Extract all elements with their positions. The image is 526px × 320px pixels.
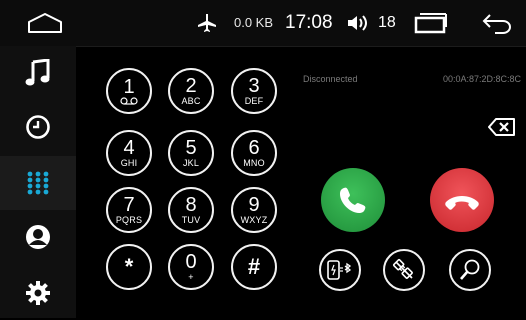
dialpad-dot — [43, 171, 49, 177]
sidebar-item-contacts[interactable] — [0, 210, 76, 264]
contacts-icon — [26, 225, 50, 249]
key-1[interactable]: 1 — [106, 68, 152, 114]
dialpad-dot — [43, 189, 49, 195]
dialpad-dot — [27, 177, 33, 183]
key-2[interactable]: 2 ABC — [168, 68, 214, 114]
end-call-button[interactable] — [430, 168, 494, 232]
status-bar: 0.0 KB 17:08 18 — [0, 0, 526, 47]
key-hash[interactable]: # — [231, 244, 277, 290]
music-icon — [25, 59, 50, 86]
dialpad-dot — [27, 171, 33, 177]
dialpad-dot — [35, 189, 41, 195]
transfer-audio-button[interactable] — [319, 249, 361, 291]
dialpad-dot — [35, 177, 41, 183]
device-address: 00:0A:87:2D:8C:8C — [443, 74, 522, 84]
airplane-icon — [198, 14, 216, 32]
clock-icon — [26, 115, 50, 139]
key-6[interactable]: 6 MNO — [231, 130, 277, 176]
back-icon[interactable] — [481, 12, 513, 34]
dialpad-dot — [35, 171, 41, 177]
key-7[interactable]: 7 PQRS — [106, 187, 152, 233]
sidebar — [0, 46, 76, 318]
dialpad-dot — [43, 177, 49, 183]
disconnect-device-button[interactable] — [383, 249, 425, 291]
dialer-panel: Disconnected 00:0A:87:2D:8C:8C 1 2 ABC 3… — [76, 47, 526, 318]
clock-time: 17:08 — [285, 12, 333, 33]
dialpad-dot — [35, 183, 41, 189]
home-icon[interactable] — [26, 12, 64, 34]
sidebar-item-settings[interactable] — [0, 266, 76, 320]
dialpad-dot — [43, 183, 49, 189]
hang-up-icon — [445, 196, 479, 210]
sidebar-item-music[interactable] — [0, 46, 76, 100]
call-button[interactable] — [321, 168, 385, 232]
dialpad-icon — [27, 171, 49, 195]
key-0[interactable]: 0 + — [168, 244, 214, 290]
dialpad-dot — [27, 189, 33, 195]
gear-icon — [26, 281, 50, 305]
connection-status: Disconnected — [303, 74, 358, 84]
sidebar-item-dialpad[interactable] — [0, 156, 76, 210]
backspace-icon[interactable] — [488, 117, 516, 137]
key-5[interactable]: 5 JKL — [168, 130, 214, 176]
phone-bluetooth-transfer-icon — [327, 260, 352, 280]
recent-apps-icon[interactable] — [414, 12, 448, 34]
dialpad-dot — [27, 183, 33, 189]
volume-level: 18 — [378, 14, 396, 31]
key-9[interactable]: 9 WXYZ — [231, 187, 277, 233]
search-device-button[interactable] — [449, 249, 491, 291]
key-4[interactable]: 4 GHI — [106, 130, 152, 176]
key-star[interactable]: * — [106, 244, 152, 290]
voicemail-icon — [120, 96, 138, 105]
device-search-icon — [460, 259, 480, 280]
sidebar-item-recent-calls[interactable] — [0, 100, 76, 154]
data-rate: 0.0 KB — [234, 15, 274, 30]
key-8[interactable]: 8 TUV — [168, 187, 214, 233]
unplug-icon — [393, 259, 413, 279]
volume-icon[interactable] — [346, 13, 370, 33]
phone-icon — [340, 187, 366, 213]
key-3[interactable]: 3 DEF — [231, 68, 277, 114]
